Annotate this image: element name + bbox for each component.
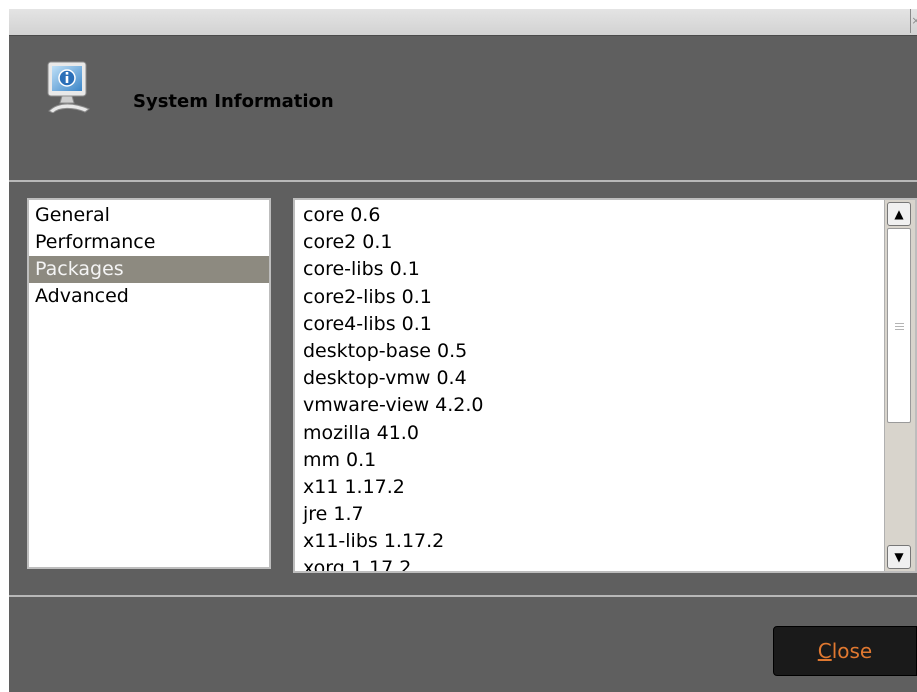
list-item[interactable]: xorg 1.17.2 — [303, 555, 484, 571]
list-item[interactable]: desktop-vmw 0.4 — [303, 365, 484, 392]
list-item[interactable]: vmware-view 4.2.0 — [303, 392, 484, 419]
grip-line — [895, 326, 904, 327]
list-item[interactable]: x11-libs 1.17.2 — [303, 528, 484, 555]
list-item[interactable]: desktop-base 0.5 — [303, 338, 484, 365]
window-close-icon[interactable]: × — [910, 9, 917, 33]
scrollbar-thumb[interactable] — [887, 228, 911, 423]
category-item-packages[interactable]: Packages — [29, 256, 269, 283]
system-information-dialog: × System Information General Performance… — [9, 9, 917, 692]
list-item[interactable]: mm 0.1 — [303, 447, 484, 474]
category-item-general[interactable]: General — [29, 202, 269, 229]
scroll-up-icon[interactable]: ▲ — [887, 202, 911, 226]
window-titlebar[interactable]: × — [9, 9, 917, 36]
list-item[interactable]: core 0.6 — [303, 202, 484, 229]
list-item[interactable]: mozilla 41.0 — [303, 420, 484, 447]
list-item[interactable]: x11 1.17.2 — [303, 474, 484, 501]
packages-list-items: core 0.6 core2 0.1 core-libs 0.1 core2-l… — [303, 202, 484, 571]
list-item[interactable]: jre 1.7 — [303, 501, 484, 528]
close-button-label: lose — [831, 639, 873, 663]
header-divider — [9, 180, 917, 182]
category-item-advanced[interactable]: Advanced — [29, 283, 269, 310]
footer-divider — [9, 595, 917, 597]
close-button[interactable]: Close — [773, 626, 917, 676]
grip-line — [895, 329, 904, 330]
category-item-performance[interactable]: Performance — [29, 229, 269, 256]
packages-list[interactable]: core 0.6 core2 0.1 core-libs 0.1 core2-l… — [293, 198, 917, 573]
grip-line — [895, 323, 904, 324]
list-item[interactable]: core2-libs 0.1 — [303, 284, 484, 311]
list-item[interactable]: core2 0.1 — [303, 229, 484, 256]
system-info-monitor-icon — [45, 59, 91, 114]
list-item[interactable]: core-libs 0.1 — [303, 256, 484, 283]
list-item[interactable]: core4-libs 0.1 — [303, 311, 484, 338]
close-button-mnemonic: C — [817, 639, 832, 663]
packages-scrollbar[interactable]: ▲ ▼ — [884, 200, 915, 571]
dialog-title: System Information — [133, 91, 334, 112]
category-list[interactable]: General Performance Packages Advanced — [27, 198, 271, 569]
scroll-down-icon[interactable]: ▼ — [887, 545, 911, 569]
